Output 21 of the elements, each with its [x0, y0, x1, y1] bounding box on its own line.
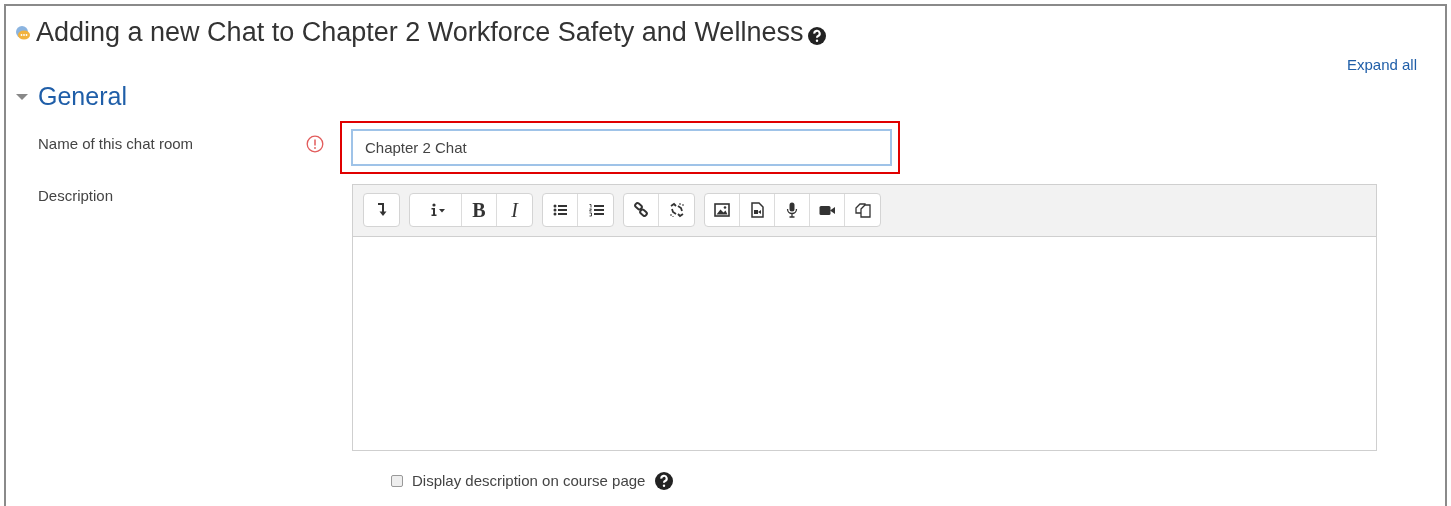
unlink-icon: [667, 201, 686, 220]
section-heading[interactable]: General: [38, 78, 127, 116]
bold-button[interactable]: B: [462, 194, 497, 227]
chat-icon: [14, 23, 32, 42]
name-input-field[interactable]: Chapter 2 Chat: [351, 128, 892, 166]
copy-icon: [853, 201, 872, 220]
text-editor[interactable]: B I: [352, 183, 1377, 451]
italic-button[interactable]: I: [497, 194, 532, 227]
expand-all-link[interactable]: Expand all: [1346, 53, 1417, 77]
numbered-list-icon: [586, 201, 605, 220]
field-label: Description: [38, 186, 114, 204]
field-label: Name of this chat room: [38, 133, 194, 154]
checkbox-label[interactable]: Display description on course page: [412, 469, 646, 493]
link-icon: [632, 201, 650, 220]
image-icon: [713, 201, 731, 220]
collapse-triangle-icon[interactable]: [16, 93, 28, 101]
help-icon[interactable]: [654, 471, 675, 491]
media-file-icon: [748, 201, 766, 220]
checkbox[interactable]: [391, 475, 403, 487]
page-title: Adding a new Chat to Chapter 2 Workforce Safety and Wellness: [36, 16, 804, 49]
help-icon[interactable]: [807, 25, 828, 46]
